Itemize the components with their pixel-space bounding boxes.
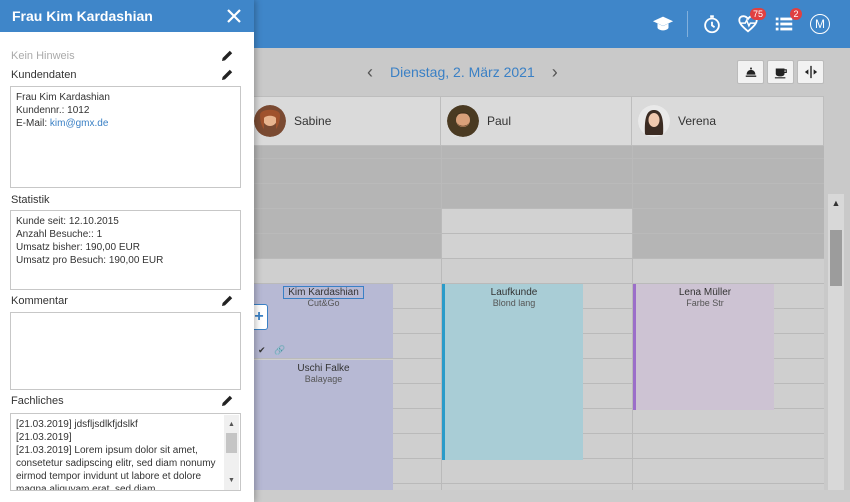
scroll-up-icon[interactable]: ▲	[828, 196, 844, 210]
staff-photo	[254, 105, 286, 137]
date-navigation: ‹ Dienstag, 2. März 2021 ›	[362, 60, 563, 84]
schedule-grid[interactable]: Kim Kardashian Cut&Go ✔ 🔗 Uschi Falke Ba…	[248, 146, 824, 502]
break-button[interactable]	[767, 60, 794, 84]
edit-comment-icon[interactable]	[220, 294, 234, 308]
grid-line	[248, 183, 824, 184]
appointment-client: Uschi Falke	[297, 363, 350, 374]
reception-bell-icon	[745, 67, 756, 77]
horizontal-scrollbar[interactable]	[254, 490, 850, 502]
customer-name: Frau Kim Kardashian	[16, 92, 110, 103]
email-label: E-Mail:	[16, 118, 50, 129]
split-button[interactable]	[797, 60, 824, 84]
comment-box[interactable]	[10, 312, 241, 390]
prev-day-button[interactable]: ‹	[362, 60, 378, 84]
avatar: M	[810, 14, 830, 34]
reception-button[interactable]	[737, 60, 764, 84]
hint-label: Kein Hinweis	[11, 50, 75, 62]
staff-name: Paul	[487, 114, 512, 128]
note-line: [21.03.2019] Lorem ipsum dolor sit amet,…	[16, 445, 216, 491]
next-day-button[interactable]: ›	[547, 60, 563, 84]
staff-photo	[638, 105, 670, 137]
grid-line	[248, 158, 824, 159]
customer-data-box: Frau Kim Kardashian Kundennr.: 1012 E-Ma…	[10, 86, 241, 188]
customer-panel: Frau Kim Kardashian Kein Hinweis Kundend…	[0, 0, 254, 502]
customer-data-label: Kundendaten	[11, 69, 77, 81]
current-date[interactable]: Dienstag, 2. März 2021	[390, 64, 535, 80]
stat-line: Kunde seit: 12.10.2015	[16, 216, 119, 227]
vertical-scrollbar[interactable]: ▲ ▼	[828, 194, 844, 502]
appointment-card[interactable]: Laufkunde Blond lang	[442, 284, 583, 460]
scroll-up-icon[interactable]: ▲	[224, 418, 239, 431]
staff-name: Verena	[678, 114, 717, 128]
appointment-card[interactable]: Kim Kardashian Cut&Go ✔ 🔗	[254, 284, 393, 358]
stat-line: Umsatz bisher: 190,00 EUR	[16, 242, 140, 253]
appointment-service: Cut&Go	[307, 298, 340, 308]
staff-name: Sabine	[294, 114, 332, 128]
panel-header: Frau Kim Kardashian	[0, 0, 254, 32]
calendar-tools	[737, 60, 824, 84]
edit-customer-icon[interactable]	[220, 68, 234, 82]
stopwatch-icon[interactable]	[694, 6, 730, 42]
graduation-cap-icon[interactable]	[645, 6, 681, 42]
notes-scrollbar[interactable]: ▲ ▼	[224, 415, 239, 490]
panel-title: Frau Kim Kardashian	[12, 8, 153, 24]
grid-line	[248, 233, 824, 234]
staff-photo	[447, 105, 479, 137]
appointment-card[interactable]: Uschi Falke Balayage	[254, 360, 393, 502]
staff-column-sabine[interactable]: Sabine	[248, 97, 441, 145]
closed-time-block	[248, 146, 824, 208]
staff-header: Sabine Paul Verena	[248, 96, 824, 146]
edit-notes-icon[interactable]	[220, 394, 234, 408]
email-link[interactable]: kim@gmx.de	[50, 118, 109, 129]
comment-label: Kommentar	[11, 295, 68, 307]
statistics-label: Statistik	[11, 194, 50, 206]
staff-column-paul[interactable]: Paul	[441, 97, 632, 145]
scroll-down-icon[interactable]: ▼	[224, 474, 239, 487]
user-avatar-button[interactable]: M	[802, 6, 838, 42]
checkmark-icon: ✔	[258, 345, 266, 355]
link-icon: 🔗	[274, 345, 286, 355]
customer-email-row: E-Mail: kim@gmx.de	[16, 117, 235, 130]
appointment-client: Kim Kardashian	[254, 284, 393, 299]
scroll-thumb[interactable]	[226, 433, 237, 453]
staff-column-verena[interactable]: Verena	[632, 97, 824, 145]
technical-notes-box[interactable]: [21.03.2019] jdsfljsdlkfjdslkf [21.03.20…	[10, 413, 241, 491]
appointment-service: Balayage	[304, 374, 343, 384]
task-badge: 2	[790, 8, 802, 20]
appointment-service: Farbe Str	[686, 298, 724, 308]
appointment-service: Blond lang	[492, 298, 536, 308]
stat-line: Umsatz pro Besuch: 190,00 EUR	[16, 255, 164, 266]
stat-line: Anzahl Besuche:: 1	[16, 229, 103, 240]
technical-notes-label: Fachliches	[11, 395, 64, 407]
list-icon[interactable]: 2	[766, 6, 802, 42]
heartbeat-icon[interactable]: 75	[730, 6, 766, 42]
appointment-card[interactable]: Lena Müller Farbe Str	[633, 284, 774, 410]
edit-hint-icon[interactable]	[220, 49, 234, 63]
note-line: [21.03.2019] jdsfljsdlkfjdslkf	[16, 419, 138, 430]
split-icon	[804, 65, 817, 79]
customer-number: Kundennr.: 1012	[16, 105, 90, 116]
notification-badge: 75	[749, 8, 766, 20]
close-icon[interactable]	[224, 6, 244, 26]
appointment-client: Lena Müller	[678, 287, 732, 298]
grid-line	[248, 258, 824, 259]
statistics-box: Kunde seit: 12.10.2015 Anzahl Besuche:: …	[10, 210, 241, 290]
scroll-thumb[interactable]	[830, 230, 842, 286]
grid-line	[248, 208, 824, 209]
header-icons: 75 2 M	[645, 0, 838, 48]
cup-icon	[774, 68, 787, 79]
note-line: [21.03.2019]	[16, 432, 72, 443]
appointment-client: Laufkunde	[490, 287, 538, 298]
header-divider	[687, 11, 688, 37]
